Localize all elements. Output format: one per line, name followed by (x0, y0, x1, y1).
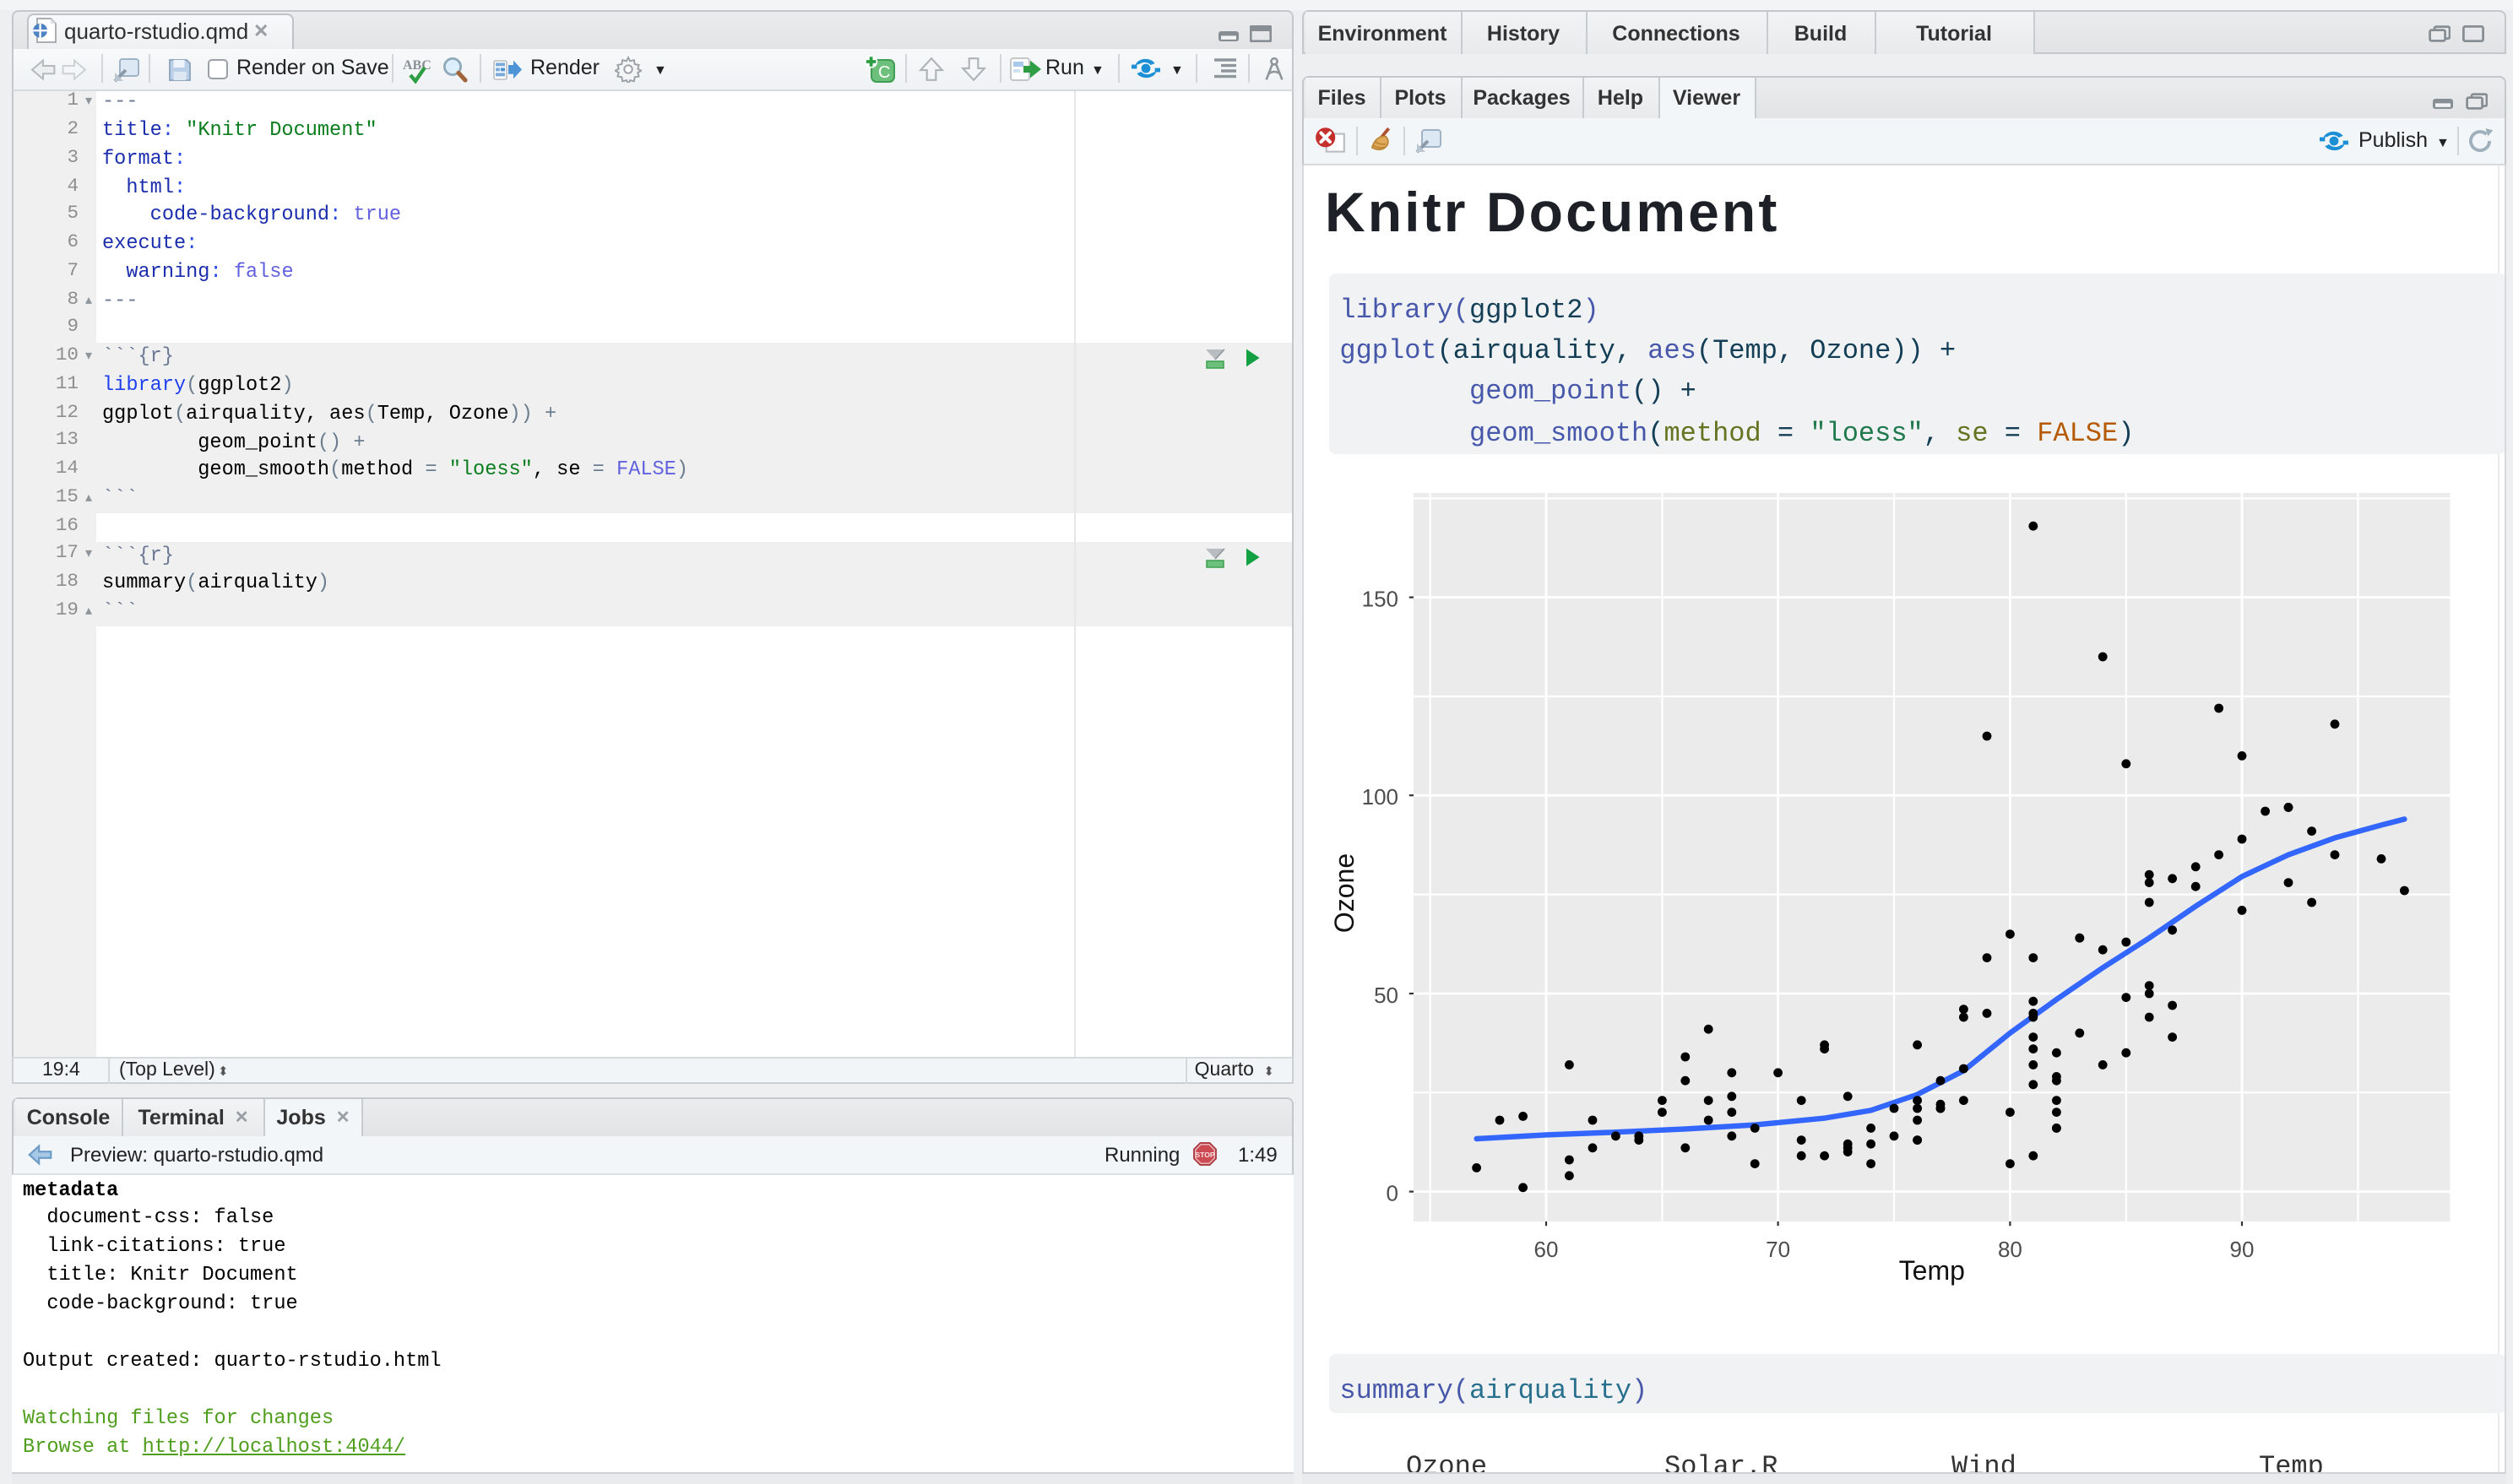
svg-text:ABC: ABC (403, 57, 431, 72)
svg-text:90: 90 (2229, 1237, 2254, 1262)
svg-text:80: 80 (1997, 1237, 2022, 1262)
svg-text:100: 100 (1361, 784, 1398, 810)
svg-text:0: 0 (1386, 1180, 1398, 1205)
svg-text:Temp: Temp (1898, 1255, 1964, 1286)
svg-text:60: 60 (1533, 1237, 1558, 1262)
svg-text:C: C (878, 63, 890, 82)
svg-text:50: 50 (1373, 983, 1398, 1008)
svg-text:Ozone: Ozone (1328, 853, 1359, 933)
svg-text:70: 70 (1765, 1237, 1789, 1262)
svg-text:150: 150 (1361, 587, 1398, 612)
svg-text:STOP: STOP (1195, 1151, 1215, 1159)
